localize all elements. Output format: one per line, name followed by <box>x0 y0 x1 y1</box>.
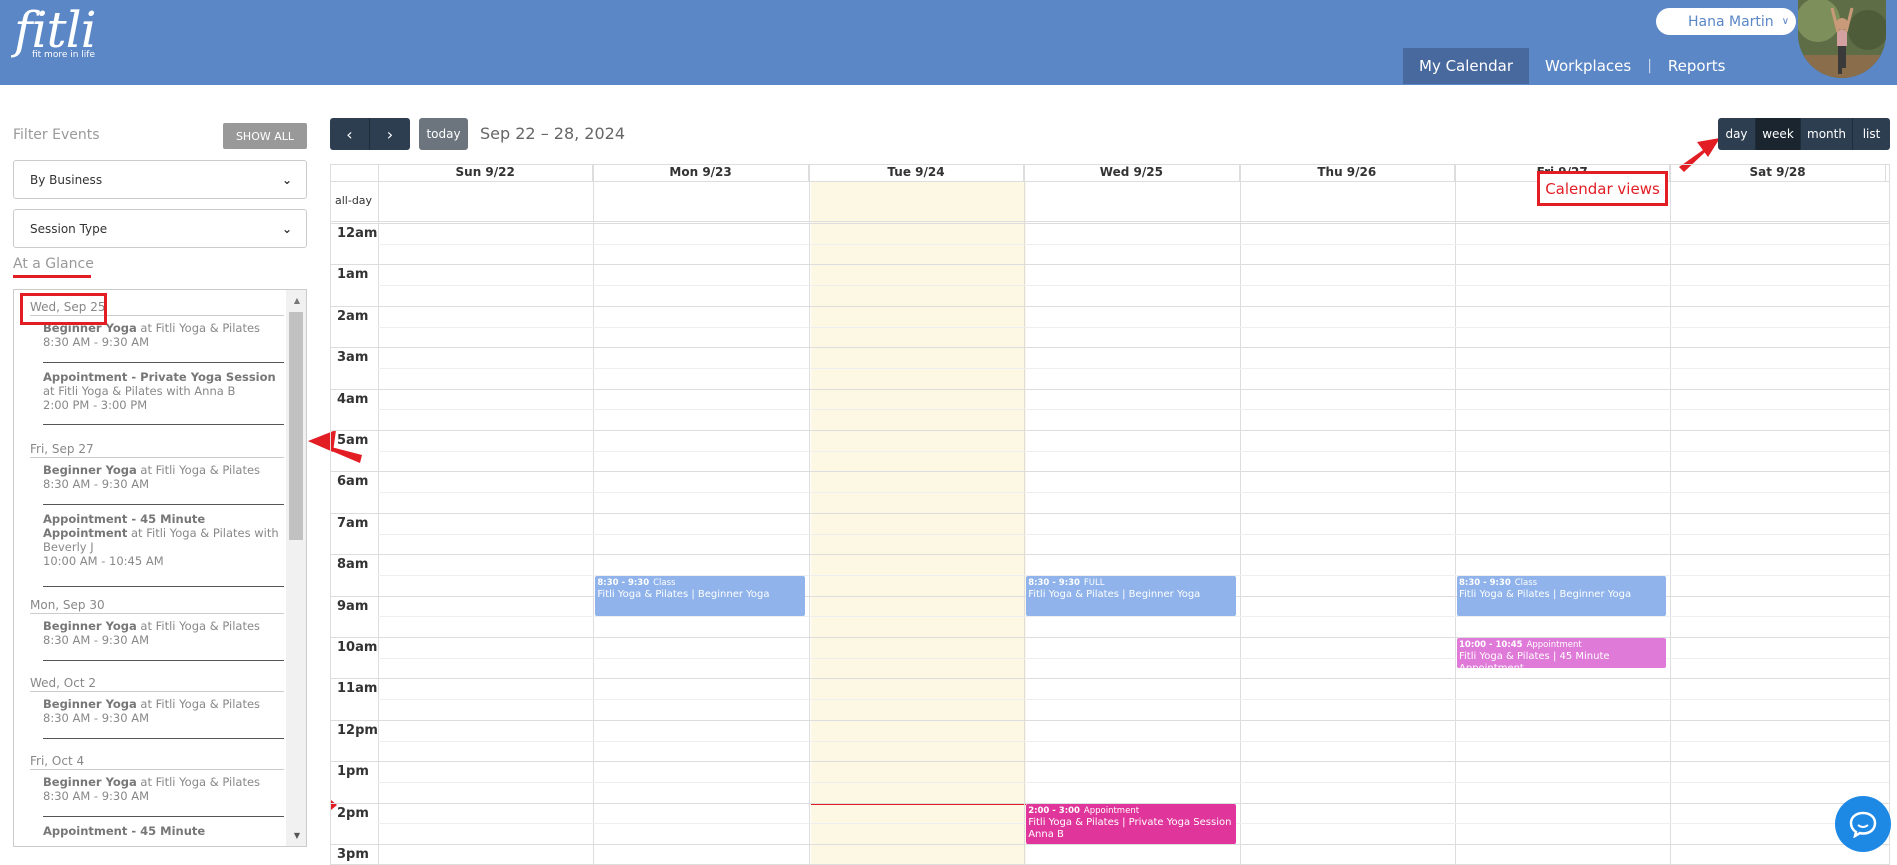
calendar-event[interactable]: 8:30 - 9:30 FULL Fitli Yoga & Pilates | Be… <box>1026 575 1236 617</box>
hour-label: 3am <box>337 350 369 366</box>
hour-line <box>331 719 1889 721</box>
chat-icon <box>1849 811 1877 838</box>
half-hour-line <box>378 533 1889 535</box>
prev-button[interactable]: ‹ <box>330 118 370 150</box>
calendar-event[interactable]: 10:00 - 10:45 Appointment Fitli Yoga & Pil… <box>1457 638 1667 669</box>
hour-line <box>331 430 1889 431</box>
half-hour-line <box>378 326 1889 328</box>
event-time: 8:30 - 9:30 Class <box>1459 577 1664 589</box>
event-time-range: 10:00 - 10:45 <box>1459 640 1523 650</box>
hour-line <box>331 264 1889 266</box>
hour-label: 11am <box>337 681 378 697</box>
next-button[interactable]: › <box>370 118 410 150</box>
view-week-button[interactable]: week <box>1756 118 1801 150</box>
calendar-event[interactable]: 2:00 - 3:00 Appointment Fitli Yoga & Pilat… <box>1026 803 1236 844</box>
event-time-range: 8:30 - 9:30 <box>1028 577 1080 588</box>
event-time-range: 8:30 - 9:30 <box>597 577 650 588</box>
all-day-label: all-day <box>335 194 373 207</box>
view-month-button[interactable]: month <box>1801 118 1853 150</box>
half-hour-line <box>378 243 1889 245</box>
hour-label: 4am <box>337 391 369 407</box>
chat-button[interactable] <box>1835 796 1891 852</box>
half-hour-line <box>378 492 1889 494</box>
event-tag: Class <box>1514 577 1538 588</box>
view-switcher: day week month list <box>1718 118 1890 150</box>
day-column-header: Mon 9/23 <box>593 165 809 181</box>
hour-label: 9am <box>337 598 369 614</box>
today-column-highlight <box>811 181 1026 864</box>
hour-line <box>331 844 1889 845</box>
day-column-header: Tue 9/24 <box>809 165 1025 181</box>
grid-column-line <box>1024 165 1026 864</box>
today-button[interactable]: today <box>419 118 468 150</box>
event-title: Fitli Yoga & Pilates | Beginner Yoga <box>597 588 770 600</box>
hour-label: 1am <box>337 267 369 283</box>
calendar-views-callout: Calendar views <box>1537 171 1668 206</box>
hour-label: 8am <box>337 557 369 573</box>
grid-column-line <box>1455 165 1456 864</box>
event-tag: Appointment <box>1526 640 1582 650</box>
half-hour-line <box>378 367 1889 369</box>
grid-row-line <box>331 221 1889 222</box>
view-list-button[interactable]: list <box>1853 118 1890 150</box>
grid-column-line <box>378 165 379 864</box>
event-tag: FULL <box>1083 577 1105 588</box>
half-hour-line <box>378 740 1889 742</box>
hour-line <box>331 223 1889 224</box>
hour-line <box>331 554 1889 556</box>
hour-label: 6am <box>337 474 369 490</box>
hour-label: 12am <box>337 226 378 241</box>
hour-label: 3pm <box>337 847 369 862</box>
hour-line <box>331 347 1889 349</box>
now-indicator-line <box>811 804 1026 805</box>
hour-label: 1pm <box>337 764 369 780</box>
grid-column-line <box>1239 165 1241 864</box>
hour-label: 10am <box>337 640 378 655</box>
event-title: Fitli Yoga & Pilates | Private Yoga Sess… <box>1028 816 1232 840</box>
event-tag: Appointment <box>1083 805 1140 816</box>
prev-next-group: ‹ › <box>330 118 410 150</box>
half-hour-line <box>378 409 1889 411</box>
event-title: Fitli Yoga & Pilates | Beginner Yoga <box>1028 588 1201 600</box>
half-hour-line <box>378 781 1889 783</box>
event-time: 2:00 - 3:00 Appointment <box>1028 805 1233 817</box>
hour-label: 2pm <box>337 805 369 821</box>
hour-label: 5am <box>337 433 369 448</box>
event-tag: Class <box>653 577 676 588</box>
date-range-title: Sep 22 – 28, 2024 <box>480 124 626 143</box>
event-time: 8:30 - 9:30 Class <box>597 577 802 589</box>
hour-label: 2am <box>337 308 369 324</box>
half-hour-line <box>378 285 1889 287</box>
day-column-header: Sun 9/22 <box>378 165 594 181</box>
event-time-range: 2:00 - 3:00 <box>1028 805 1080 816</box>
hour-label: 7am <box>337 515 369 531</box>
hour-line <box>331 761 1889 763</box>
event-time-range: 8:30 - 9:30 <box>1459 577 1511 588</box>
view-day-button[interactable]: day <box>1718 118 1756 150</box>
calendar-event[interactable]: 8:30 - 9:30 Class Fitli Yoga & Pilates | B… <box>1457 575 1667 617</box>
hour-label: 12pm <box>337 722 378 738</box>
day-column-header: Sat 9/28 <box>1670 165 1886 181</box>
hour-line <box>331 471 1889 473</box>
calendar-event[interactable]: 8:30 - 9:30 Class Fitli Yoga & Pilates | B… <box>595 575 805 617</box>
event-title: Fitli Yoga & Pilates | 45 Minute Appoint… <box>1459 651 1610 668</box>
hour-line <box>331 512 1889 514</box>
event-time: 10:00 - 10:45 Appointment <box>1459 639 1664 651</box>
hour-line <box>331 305 1889 307</box>
hour-line <box>331 678 1889 680</box>
grid-column-line <box>593 165 595 864</box>
week-calendar-grid[interactable]: all-day Sun 9/22 Mon 9/23 Tue 9/24 Wed 9/25… <box>330 164 1890 865</box>
event-title: Fitli Yoga & Pilates | Beginner Yoga <box>1459 588 1632 600</box>
event-time: 8:30 - 9:30 FULL <box>1028 577 1233 589</box>
half-hour-line <box>378 450 1889 452</box>
half-hour-line <box>378 616 1889 618</box>
grid-column-line <box>1670 165 1672 864</box>
half-hour-line <box>378 699 1889 701</box>
hour-line <box>331 388 1889 390</box>
day-column-header: Wed 9/25 <box>1024 165 1240 181</box>
day-column-header: Thu 9/26 <box>1240 165 1455 181</box>
grid-column-line <box>808 165 810 864</box>
